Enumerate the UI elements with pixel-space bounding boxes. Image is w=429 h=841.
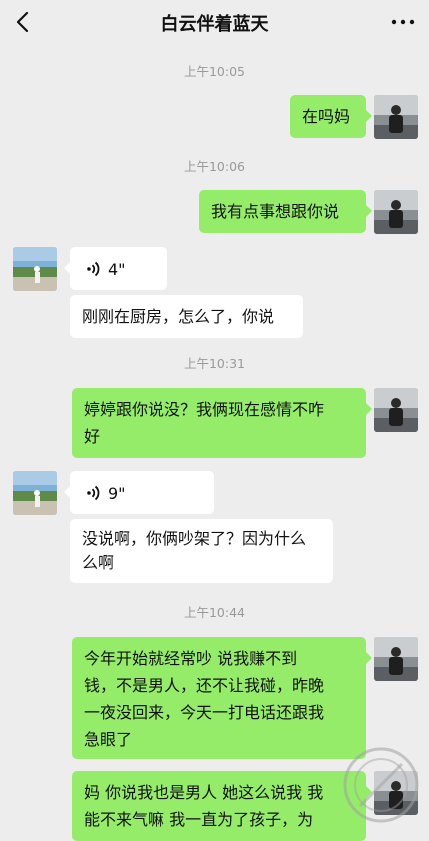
message-bubble-sent[interactable]: 在吗妈: [290, 95, 366, 138]
message-bubble-received[interactable]: 没说啊，你俩吵架了？因为什么 么啊: [70, 519, 333, 583]
voice-duration: 9": [108, 484, 126, 503]
my-avatar[interactable]: [374, 190, 418, 234]
voice-duration: 4": [108, 260, 126, 279]
voice-wave-icon: [87, 261, 100, 277]
timestamp: 上午10:06: [183, 159, 246, 174]
chat-header: 白云伴着蓝天: [0, 0, 429, 44]
contact-avatar[interactable]: [13, 471, 57, 515]
my-avatar[interactable]: [374, 637, 418, 681]
my-avatar[interactable]: [374, 388, 418, 432]
message-bubble-received[interactable]: 刚刚在厨房，怎么了，你说: [70, 295, 303, 338]
my-avatar[interactable]: [374, 95, 418, 139]
message-bubble-sent[interactable]: 今年开始就经常吵 说我赚不到 钱，不是男人，还不让我碰，昨晚 一夜没回来，今天一…: [72, 637, 366, 759]
voice-message[interactable]: 9": [70, 471, 214, 514]
chat-title: 白云伴着蓝天: [160, 14, 269, 35]
timestamp: 上午10:05: [183, 64, 246, 79]
timestamp: 上午10:31: [183, 356, 246, 371]
ellipsis-icon[interactable]: [391, 14, 415, 30]
contact-avatar[interactable]: [13, 247, 57, 291]
message-bubble-sent[interactable]: 我有点事想跟你说: [199, 190, 366, 233]
message-bubble-sent[interactable]: 婷婷跟你说没？我俩现在感情不咋 好: [72, 388, 366, 458]
watermark-stamp-icon: [343, 747, 419, 823]
voice-message[interactable]: 4": [70, 247, 167, 290]
voice-wave-icon: [87, 485, 100, 501]
message-bubble-sent[interactable]: 妈 你说我也是男人 她这么说我 我 能不来气嘛 我一直为了孩子，为: [72, 771, 366, 841]
timestamp: 上午10:44: [183, 605, 246, 620]
